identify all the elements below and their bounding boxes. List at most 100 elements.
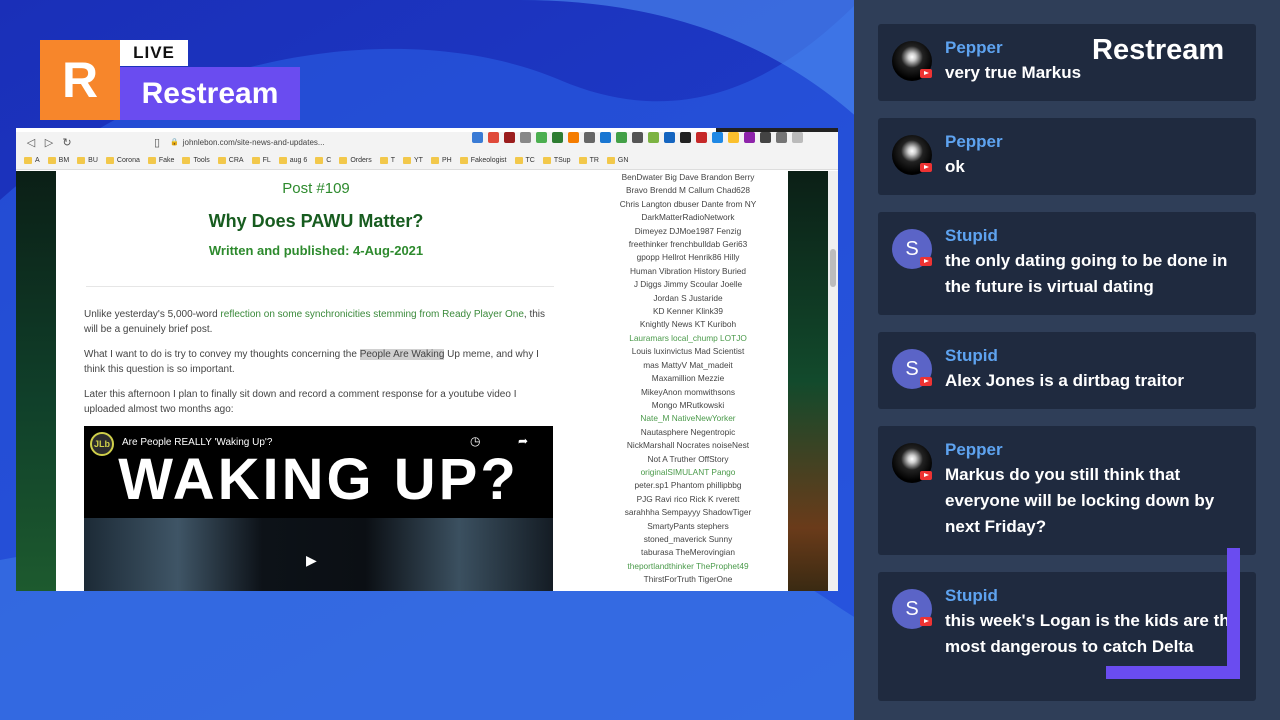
extension-icon[interactable] bbox=[568, 132, 579, 143]
extension-icon[interactable] bbox=[536, 132, 547, 143]
folder-icon bbox=[24, 157, 32, 164]
extension-icon[interactable] bbox=[632, 132, 643, 143]
extension-icon[interactable] bbox=[680, 132, 691, 143]
reflection-link[interactable]: reflection on some synchronicities stemm… bbox=[220, 309, 523, 320]
bookmark-label: T bbox=[390, 157, 396, 164]
bookmark-label: YT bbox=[414, 157, 423, 164]
bookmark-label: Tools bbox=[193, 157, 210, 164]
forward-arrow-icon[interactable]: ▷ bbox=[40, 133, 58, 151]
accent-bracket-vertical bbox=[1227, 548, 1240, 679]
video-thumbnail-text: WAKING UP? bbox=[118, 447, 519, 512]
video-title[interactable]: Are People REALLY 'Waking Up'? bbox=[122, 437, 272, 448]
bookmark-item[interactable]: T bbox=[379, 157, 396, 164]
paragraph-purpose: What I want to do is try to convey my th… bbox=[84, 347, 554, 377]
bookmark-label: BM bbox=[58, 157, 70, 164]
supporter-line: theportlandthinker TheProphet49 bbox=[627, 560, 749, 571]
extension-icons bbox=[472, 132, 803, 143]
extension-icon[interactable] bbox=[552, 132, 563, 143]
bookmark-item[interactable]: GN bbox=[606, 157, 629, 164]
extension-icon[interactable] bbox=[760, 132, 771, 143]
extension-icon[interactable] bbox=[488, 132, 499, 143]
watch-later-icon[interactable]: ◷ bbox=[470, 434, 480, 448]
bookmark-item[interactable]: Fakeologist bbox=[459, 157, 507, 164]
bookmark-label: GN bbox=[617, 157, 629, 164]
bookmark-item[interactable]: C bbox=[315, 157, 331, 164]
live-badge: LIVE bbox=[120, 40, 188, 66]
extension-icon[interactable] bbox=[584, 132, 595, 143]
back-arrow-icon[interactable]: ◁ bbox=[22, 133, 40, 151]
bookmark-item[interactable]: FL bbox=[251, 157, 271, 164]
extension-icon[interactable] bbox=[776, 132, 787, 143]
chat-username: Pepper bbox=[945, 132, 1003, 151]
folder-icon bbox=[459, 157, 468, 164]
bookmark-item[interactable]: aug 6 bbox=[278, 157, 307, 164]
chat-message-card: Pepper ok bbox=[878, 118, 1256, 195]
supporters-list: BenDwater Big Dave Brandon Berry Bravo Br… bbox=[583, 171, 793, 587]
bookmark-item[interactable]: TR bbox=[578, 157, 599, 164]
bookmark-item[interactable]: Orders bbox=[339, 157, 372, 164]
supporter-line: Human Vibration History Buried bbox=[629, 265, 747, 276]
menu-icon[interactable] bbox=[792, 132, 803, 143]
play-icon[interactable]: ▶ bbox=[306, 552, 317, 569]
divider bbox=[86, 286, 554, 287]
bookmark-item[interactable]: PH bbox=[430, 157, 452, 164]
folder-icon bbox=[147, 157, 156, 164]
share-icon[interactable]: ➦ bbox=[518, 434, 528, 448]
supporter-line: Lauramars local_chump LOTJO bbox=[629, 332, 747, 343]
paragraph-plan: Later this afternoon I plan to finally s… bbox=[84, 389, 517, 415]
bookmark-item[interactable]: A bbox=[24, 157, 40, 164]
post-number: Post #109 bbox=[282, 180, 350, 197]
bookmark-icon[interactable]: ▯ bbox=[148, 133, 166, 151]
bookmark-item[interactable]: TSup bbox=[542, 157, 571, 164]
page-background-right bbox=[788, 171, 828, 591]
extension-icon[interactable] bbox=[696, 132, 707, 143]
extension-icon[interactable] bbox=[712, 132, 723, 143]
chat-username: Pepper bbox=[945, 440, 1003, 459]
supporter-line: PJG Ravi rico Rick K rverett bbox=[636, 493, 740, 504]
folder-icon bbox=[339, 157, 348, 164]
bookmark-item[interactable]: CRA bbox=[217, 157, 244, 164]
bookmark-label: TSup bbox=[553, 157, 571, 164]
supporter-line: stoned_maverick Sunny bbox=[643, 533, 733, 544]
supporter-line: Dimeyez DJMoe1987 Fenzig bbox=[634, 225, 742, 236]
bookmark-label: PH bbox=[441, 157, 452, 164]
bookmark-label: TR bbox=[589, 157, 599, 164]
extension-icon[interactable] bbox=[520, 132, 531, 143]
bookmark-item[interactable]: Tools bbox=[182, 157, 210, 164]
supporter-line: NickMarshall Nocrates noiseNest bbox=[626, 440, 750, 451]
bookmarks-bar: A BM BU Corona Fake Tools CRA FL aug 6 C Orders T YT… bbox=[16, 152, 838, 170]
chat-message-card: S Stupid the only dating going to be done … bbox=[878, 212, 1256, 315]
folder-icon bbox=[251, 157, 260, 164]
supporter-line: Chris Langton dbuser Dante from NY bbox=[619, 198, 757, 209]
channel-avatar[interactable]: JLb bbox=[90, 432, 114, 456]
supporter-line: Bravo Brendd M Callum Chad628 bbox=[625, 185, 751, 196]
scrollbar-thumb[interactable] bbox=[830, 249, 836, 287]
extension-icon[interactable] bbox=[472, 132, 483, 143]
bookmark-item[interactable]: TC bbox=[514, 157, 535, 164]
extension-icon[interactable] bbox=[664, 132, 675, 143]
extension-icon[interactable] bbox=[744, 132, 755, 143]
reload-icon[interactable]: ↻ bbox=[58, 133, 76, 151]
url-field[interactable]: 🔒 johnlebon.com/site-news-and-updates... bbox=[170, 135, 360, 149]
supporter-line: Jordan S Justaride bbox=[653, 292, 723, 303]
bookmark-item[interactable]: Corona bbox=[105, 157, 140, 164]
folder-icon bbox=[77, 157, 86, 164]
extension-icon[interactable] bbox=[616, 132, 627, 143]
youtube-embed[interactable]: WAKING UP? JLb Are People REALLY 'Waking… bbox=[84, 426, 553, 591]
bookmark-item[interactable]: YT bbox=[403, 157, 423, 164]
folder-icon bbox=[578, 157, 587, 164]
extension-icon[interactable] bbox=[648, 132, 659, 143]
restream-brand-label: Restream bbox=[120, 67, 300, 120]
extension-icon[interactable] bbox=[600, 132, 611, 143]
extension-icon[interactable] bbox=[504, 132, 515, 143]
bookmark-item[interactable]: BM bbox=[47, 157, 70, 164]
youtube-icon bbox=[920, 617, 932, 626]
extension-icon[interactable] bbox=[728, 132, 739, 143]
supporter-line: Nautasphere Negentropic bbox=[640, 426, 736, 437]
folder-icon bbox=[105, 157, 114, 164]
bookmark-item[interactable]: Fake bbox=[147, 157, 174, 164]
youtube-icon bbox=[920, 377, 932, 386]
bookmark-item[interactable]: BU bbox=[77, 157, 98, 164]
page-scrollbar[interactable] bbox=[828, 171, 838, 591]
chat-brand-label: Restream bbox=[1092, 34, 1225, 66]
